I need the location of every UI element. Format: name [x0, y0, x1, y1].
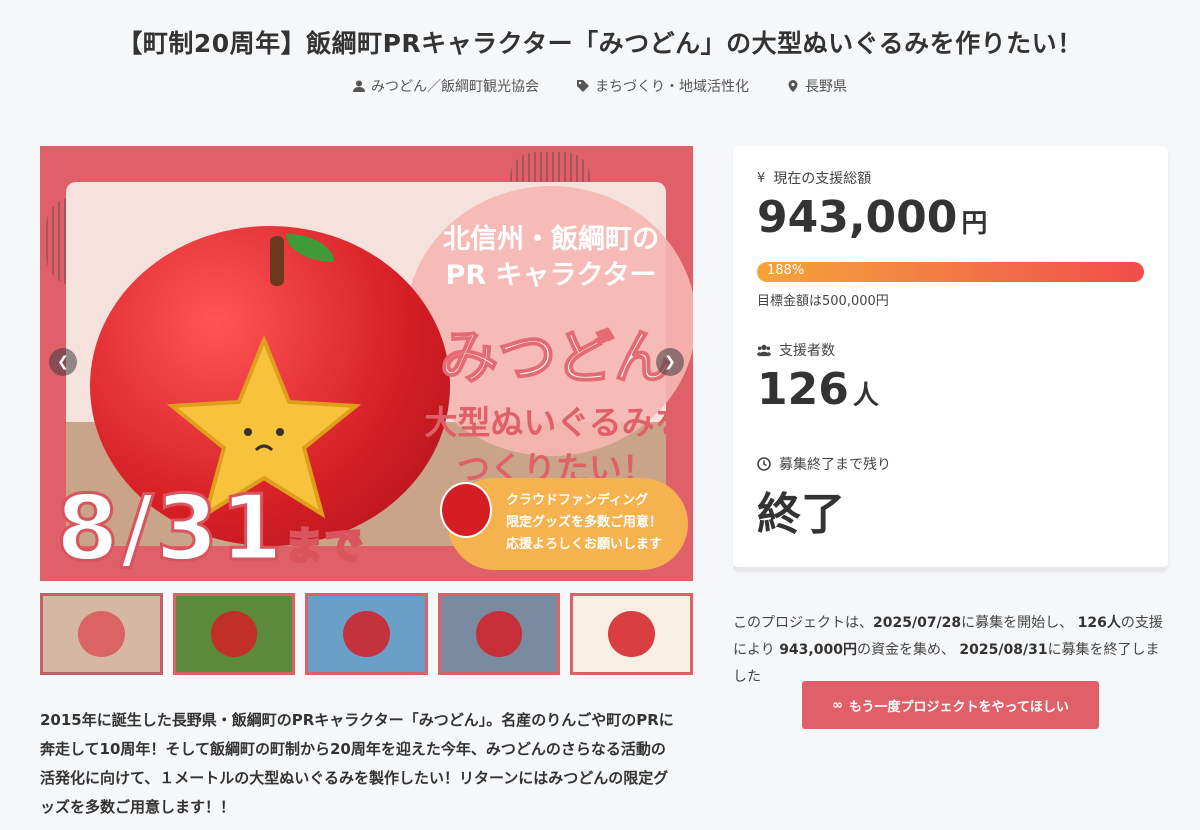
owner-link[interactable]: みつどん／飯綱町観光協会: [353, 76, 539, 96]
map-pin-icon: [788, 80, 798, 92]
chevron-right-icon: ❯: [664, 354, 676, 370]
main-image: 北信州・飯綱町の PR キャラクター みつどん 大型ぬいぐるみを つくりたい！ …: [40, 146, 693, 581]
location-link[interactable]: 長野県: [787, 76, 847, 96]
next-slide-button[interactable]: ❯: [656, 348, 684, 376]
supporters-label: 支援者数: [757, 340, 835, 360]
hero-date: 8/31まで: [55, 475, 365, 582]
page-title: 【町制20周年】飯綱町PRキャラクター「みつどん」の大型ぬいぐるみを作りたい！: [117, 29, 1083, 58]
yen-icon: ¥: [757, 170, 766, 186]
remaining-label: 募集終了まで残り: [757, 454, 891, 474]
goal-amount: 目標金額は500,000円: [757, 294, 889, 309]
thumbnail-image: [608, 611, 655, 657]
location-label: 長野県: [805, 79, 847, 95]
tag-icon: [577, 80, 589, 92]
thumbnail-image: [210, 611, 258, 657]
apple-mascot-icon: [440, 482, 492, 538]
hero-subtitle: 北信州・飯綱町の PR キャラクター: [443, 224, 659, 291]
thumbnail[interactable]: [570, 593, 693, 675]
stats-card: ¥ 現在の支援総額 943,000 円 188% 目標金額は500,000円 支援…: [733, 146, 1168, 570]
user-icon: [353, 80, 365, 92]
project-description: 2015年に誕生した長野県・飯綱町のPRキャラクター「みつどん」。名産のりんごや…: [40, 711, 674, 816]
thumbnail[interactable]: [437, 593, 561, 675]
request-again-button[interactable]: ∞ もう一度プロジェクトをやってほしい: [802, 681, 1099, 729]
supporters-count: 126 人: [757, 364, 879, 415]
thumbnail-image: [77, 611, 125, 657]
infinity-icon: ∞: [832, 697, 843, 713]
hero-character-name: みつどん: [439, 322, 673, 392]
thumbnail[interactable]: [172, 593, 296, 675]
project-meta: みつどん／飯綱町観光協会 まちづくり・地域活性化 長野県: [0, 76, 1200, 96]
owner-label: みつどん／飯綱町観光協会: [371, 79, 539, 95]
clock-icon: [757, 457, 771, 471]
category-link[interactable]: まちづくり・地域活性化: [577, 76, 749, 96]
thumbnail[interactable]: [40, 593, 163, 675]
progress-bar: 188%: [757, 262, 1144, 282]
funding-label: ¥ 現在の支援総額: [757, 170, 872, 188]
project-summary: このプロジェクトは、2025/07/28に募集を開始し、 126人の支援により …: [733, 615, 1163, 685]
thumbnail-image: [343, 611, 390, 657]
thumbnail[interactable]: [305, 593, 428, 675]
thumbnail-strip: [40, 593, 693, 675]
thumbnail-image: [475, 611, 523, 657]
category-label: まちづくり・地域活性化: [595, 79, 749, 95]
prev-slide-button[interactable]: ❮: [49, 348, 77, 376]
progress-percent: 188%: [767, 263, 805, 278]
funding-amount: 943,000 円: [757, 192, 988, 243]
chevron-left-icon: ❮: [57, 354, 69, 370]
users-icon: [757, 344, 771, 357]
remaining-value: 終了: [757, 489, 845, 540]
